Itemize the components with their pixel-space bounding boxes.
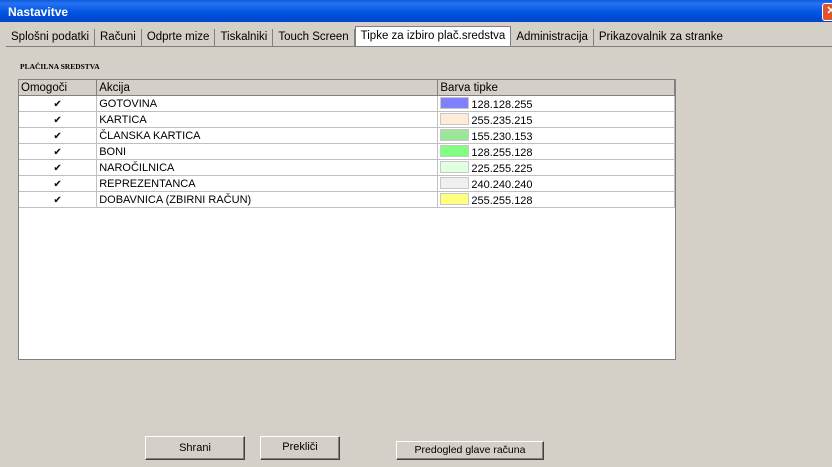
table-row[interactable]: ✔ GOTOVINA 128.128.255 <box>19 95 675 112</box>
table-row[interactable]: ✔ ČLANSKA KARTICA 155.230.153 <box>19 127 675 144</box>
color-swatch <box>440 192 470 205</box>
table-row[interactable]: ✔ KARTICA 255.235.215 <box>19 111 675 128</box>
action-cell[interactable]: KARTICA <box>96 111 439 128</box>
color-cell[interactable]: 225.255.225 <box>437 159 675 176</box>
enabled-cell[interactable]: ✔ <box>19 127 98 144</box>
tab-payment-keys[interactable]: Tipke za izbiro plač.sredstva <box>354 26 512 46</box>
color-value: 225.255.225 <box>471 162 533 175</box>
checkbox-checked-icon[interactable]: ✔ <box>53 131 61 142</box>
color-swatch <box>440 128 470 141</box>
color-cell[interactable]: 128.255.128 <box>437 143 675 160</box>
enabled-cell[interactable]: ✔ <box>19 191 98 208</box>
color-value: 240.240.240 <box>471 178 533 191</box>
column-header-enabled[interactable]: Omogoči <box>19 80 98 96</box>
action-cell[interactable]: GOTOVINA <box>96 95 439 112</box>
color-cell[interactable]: 255.255.128 <box>437 191 675 208</box>
save-button[interactable]: Shrani <box>145 436 245 460</box>
window-titlebar: Nastavitve ✕ <box>0 0 832 22</box>
section-title: PLAČILNA SREDSTVA <box>20 62 100 71</box>
color-value: 255.235.215 <box>471 114 533 127</box>
column-header-action[interactable]: Akcija <box>96 80 439 96</box>
tab-customer-display[interactable]: Prikazovalnik za stranke <box>594 29 728 46</box>
tab-odprte-mize[interactable]: Odprte mize <box>142 29 216 46</box>
table-row[interactable]: ✔ DOBAVNICA (ZBIRNI RAČUN) 255.255.128 <box>19 191 675 208</box>
payment-methods-table: Omogoči Akcija Barva tipke ✔ GOTOVINA 12… <box>19 80 675 208</box>
color-swatch <box>440 144 470 157</box>
cancel-button[interactable]: Prekliči <box>260 436 340 460</box>
action-cell[interactable]: DOBAVNICA (ZBIRNI RAČUN) <box>96 191 439 208</box>
action-cell[interactable]: REPREZENTANCA <box>96 175 439 192</box>
color-cell[interactable]: 128.128.255 <box>437 95 675 112</box>
color-swatch <box>440 96 470 109</box>
color-value: 155.230.153 <box>471 130 533 143</box>
enabled-cell[interactable]: ✔ <box>19 95 98 112</box>
color-cell[interactable]: 155.230.153 <box>437 127 675 144</box>
color-value: 128.128.255 <box>471 98 533 111</box>
checkbox-checked-icon[interactable]: ✔ <box>53 115 61 126</box>
enabled-cell[interactable]: ✔ <box>19 175 98 192</box>
table-header-row: Omogoči Akcija Barva tipke <box>19 80 675 96</box>
color-swatch <box>440 176 470 189</box>
checkbox-checked-icon[interactable]: ✔ <box>53 179 61 190</box>
tab-tiskalniki[interactable]: Tiskalniki <box>215 29 274 46</box>
checkbox-checked-icon[interactable]: ✔ <box>53 147 61 158</box>
tab-administracija[interactable]: Administracija <box>511 29 594 46</box>
checkbox-checked-icon[interactable]: ✔ <box>53 195 61 206</box>
payment-methods-grid[interactable]: Omogoči Akcija Barva tipke ✔ GOTOVINA 12… <box>18 79 676 360</box>
checkbox-checked-icon[interactable]: ✔ <box>53 99 61 110</box>
color-value: 255.255.128 <box>471 194 533 207</box>
color-cell[interactable]: 255.235.215 <box>437 111 675 128</box>
column-header-color[interactable]: Barva tipke <box>437 80 675 96</box>
action-cell[interactable]: ČLANSKA KARTICA <box>96 127 439 144</box>
close-icon[interactable]: ✕ <box>822 3 832 21</box>
tab-racuni[interactable]: Računi <box>95 29 142 46</box>
invoice-header-preview-button[interactable]: Predogled glave računa <box>396 441 544 460</box>
enabled-cell[interactable]: ✔ <box>19 111 98 128</box>
tab-bar: Splošni podatki Računi Odprte mize Tiska… <box>6 26 832 46</box>
color-value: 128.255.128 <box>471 146 533 159</box>
checkbox-checked-icon[interactable]: ✔ <box>53 163 61 174</box>
action-cell[interactable]: BONI <box>96 143 439 160</box>
window-title: Nastavitve <box>8 5 69 19</box>
table-row[interactable]: ✔ NAROČILNICA 225.255.225 <box>19 159 675 176</box>
tab-touch-screen[interactable]: Touch Screen <box>273 29 355 46</box>
table-row[interactable]: ✔ REPREZENTANCA 240.240.240 <box>19 175 675 192</box>
action-cell[interactable]: NAROČILNICA <box>96 159 439 176</box>
color-swatch <box>440 160 470 173</box>
table-row[interactable]: ✔ BONI 128.255.128 <box>19 143 675 160</box>
color-cell[interactable]: 240.240.240 <box>437 175 675 192</box>
tab-splosni-podatki[interactable]: Splošni podatki <box>6 29 95 46</box>
enabled-cell[interactable]: ✔ <box>19 143 98 160</box>
enabled-cell[interactable]: ✔ <box>19 159 98 176</box>
color-swatch <box>440 112 470 125</box>
